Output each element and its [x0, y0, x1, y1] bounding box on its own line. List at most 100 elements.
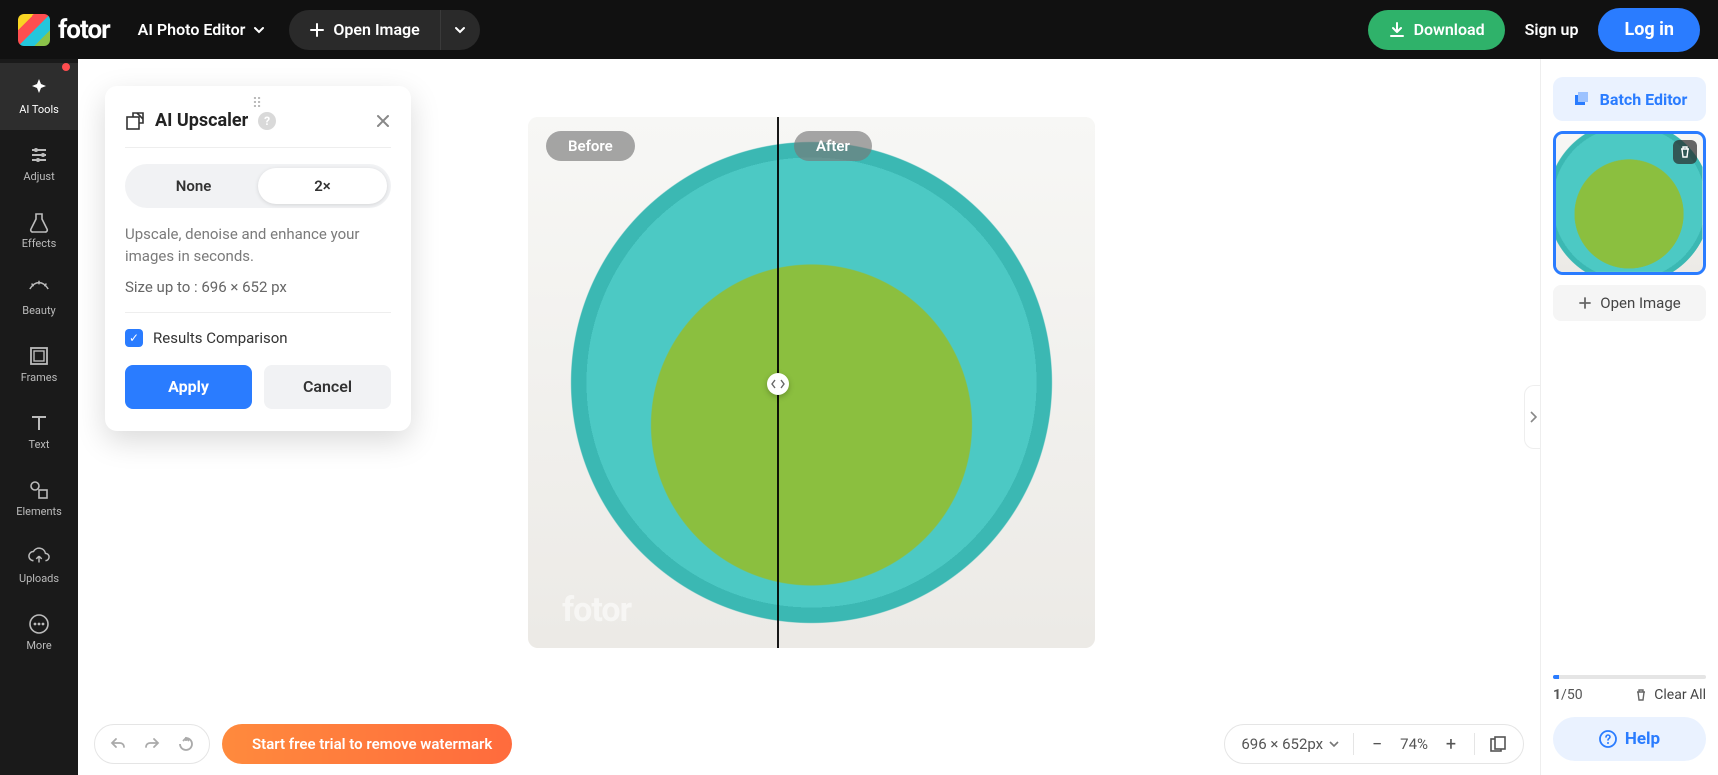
open-image-button[interactable]: Open Image: [289, 10, 439, 50]
app-header: fotor AI Photo Editor Open Image Downloa…: [0, 0, 1718, 59]
zoom-percent-text: 74%: [1400, 735, 1428, 753]
help-button[interactable]: Help: [1553, 717, 1706, 761]
reset-icon: [177, 735, 195, 753]
thumbnail-delete-button[interactable]: [1673, 140, 1697, 164]
apply-button[interactable]: Apply: [125, 365, 252, 409]
scale-option-label: 2×: [314, 177, 331, 195]
results-comparison-label: Results Comparison: [153, 329, 288, 347]
sidebar-open-image-button[interactable]: Open Image: [1553, 285, 1706, 321]
cancel-button[interactable]: Cancel: [264, 365, 391, 409]
rail-item-more[interactable]: More: [0, 599, 78, 666]
image-count-total: /50: [1561, 687, 1583, 703]
right-panel-collapse-handle[interactable]: [1524, 385, 1540, 449]
cloud-upload-icon: [28, 546, 50, 568]
frame-icon: [28, 345, 50, 367]
canvas-status-controls: 696 × 652px − 74% +: [1224, 724, 1524, 764]
drag-horizontal-icon: [771, 379, 785, 389]
rail-item-text[interactable]: Text: [0, 398, 78, 465]
compare-toggle-button[interactable]: [1489, 735, 1507, 753]
separator: [1353, 733, 1354, 755]
start-trial-button[interactable]: Start free trial to remove watermark: [222, 724, 512, 764]
chevron-down-icon: [253, 24, 265, 36]
rail-item-beauty[interactable]: Beauty: [0, 264, 78, 331]
clear-all-button[interactable]: Clear All: [1634, 687, 1706, 703]
rail-item-ai-tools[interactable]: AI Tools: [0, 63, 78, 130]
open-image-label: Open Image: [1600, 294, 1680, 312]
rail-label: Effects: [22, 237, 57, 250]
watermark-text: fotor: [562, 590, 631, 630]
dimensions-dropdown[interactable]: 696 × 652px: [1241, 735, 1339, 753]
rail-item-elements[interactable]: Elements: [0, 465, 78, 532]
rail-label: Text: [29, 438, 50, 451]
help-badge-icon[interactable]: ?: [258, 112, 276, 130]
panel-drag-handle[interactable]: ⠿: [252, 96, 264, 112]
undo-button[interactable]: [101, 727, 135, 761]
redo-icon: [143, 735, 161, 753]
sparkle-icon: [28, 77, 50, 99]
canvas-stage[interactable]: Before After fotor ⠿ AI Upscaler ?: [78, 59, 1540, 775]
batch-editor-button[interactable]: Batch Editor: [1553, 77, 1706, 121]
redo-button[interactable]: [135, 727, 169, 761]
panel-close-button[interactable]: [375, 113, 391, 129]
rail-label: Uploads: [19, 572, 59, 585]
batch-editor-label: Batch Editor: [1600, 90, 1688, 109]
open-image-more-button[interactable]: [440, 10, 480, 50]
scale-option-label: None: [176, 177, 212, 195]
stack-icon: [1572, 90, 1590, 108]
compare-icon: [1489, 735, 1507, 753]
trash-icon: [1634, 688, 1648, 702]
login-button[interactable]: Log in: [1598, 8, 1700, 52]
divider: [125, 312, 391, 313]
scale-option-2x[interactable]: 2×: [258, 168, 387, 204]
sliders-icon: [28, 144, 50, 166]
rail-item-uploads[interactable]: Uploads: [0, 532, 78, 599]
brand-mark-icon: [18, 14, 50, 46]
chevron-down-icon: [454, 24, 466, 36]
comparison-image[interactable]: Before After fotor: [528, 117, 1095, 648]
comparison-slider-handle[interactable]: [767, 373, 789, 395]
rail-item-frames[interactable]: Frames: [0, 331, 78, 398]
help-circle-icon: [1599, 730, 1617, 748]
download-button[interactable]: Download: [1368, 10, 1505, 50]
results-comparison-toggle[interactable]: ✓ Results Comparison: [125, 329, 391, 347]
after-label: After: [794, 131, 872, 161]
download-label: Download: [1414, 20, 1485, 39]
open-image-label: Open Image: [333, 20, 419, 39]
download-icon: [1388, 21, 1406, 39]
eye-icon: [28, 278, 50, 300]
image-count: 1/50: [1553, 687, 1583, 703]
chevron-down-icon: [1329, 739, 1339, 749]
open-image-splitbutton: Open Image: [289, 10, 479, 50]
panel-title: AI Upscaler: [155, 110, 248, 131]
left-tool-rail: AI Tools Adjust Effects Beauty Frames: [0, 59, 78, 775]
panel-description: Upscale, denoise and enhance your images…: [125, 224, 391, 268]
help-label: Help: [1625, 729, 1660, 749]
image-count-current: 1: [1553, 687, 1561, 703]
plus-icon: [309, 22, 325, 38]
canvas-bottom-bar: Start free trial to remove watermark 696…: [78, 723, 1540, 765]
reset-button[interactable]: [169, 727, 203, 761]
brand-name: fotor: [58, 15, 110, 45]
clear-all-label: Clear All: [1654, 687, 1706, 703]
image-thumbnail[interactable]: [1553, 131, 1706, 275]
brand-logo[interactable]: fotor: [18, 14, 110, 46]
canvas-area: Before After fotor ⠿ AI Upscaler ?: [78, 59, 1540, 775]
history-controls: [94, 724, 210, 764]
plus-icon: [1578, 296, 1592, 310]
signup-button[interactable]: Sign up: [1505, 20, 1599, 39]
editor-mode-dropdown[interactable]: AI Photo Editor: [138, 20, 266, 39]
scale-segmented-control: None 2×: [125, 164, 391, 208]
zoom-out-button[interactable]: −: [1368, 734, 1386, 755]
signup-label: Sign up: [1525, 20, 1579, 39]
notification-dot-icon: [62, 63, 70, 71]
checkbox-checked-icon: ✓: [125, 329, 143, 347]
rail-item-adjust[interactable]: Adjust: [0, 130, 78, 197]
rail-item-effects[interactable]: Effects: [0, 197, 78, 264]
right-sidebar: Batch Editor Open Image 1/50 Clear All: [1540, 59, 1718, 775]
rail-label: AI Tools: [19, 103, 59, 116]
scale-option-none[interactable]: None: [129, 168, 258, 204]
separator: [1474, 733, 1475, 755]
dimensions-text: 696 × 652px: [1241, 735, 1323, 753]
divider: [125, 147, 391, 148]
zoom-in-button[interactable]: +: [1442, 734, 1460, 755]
